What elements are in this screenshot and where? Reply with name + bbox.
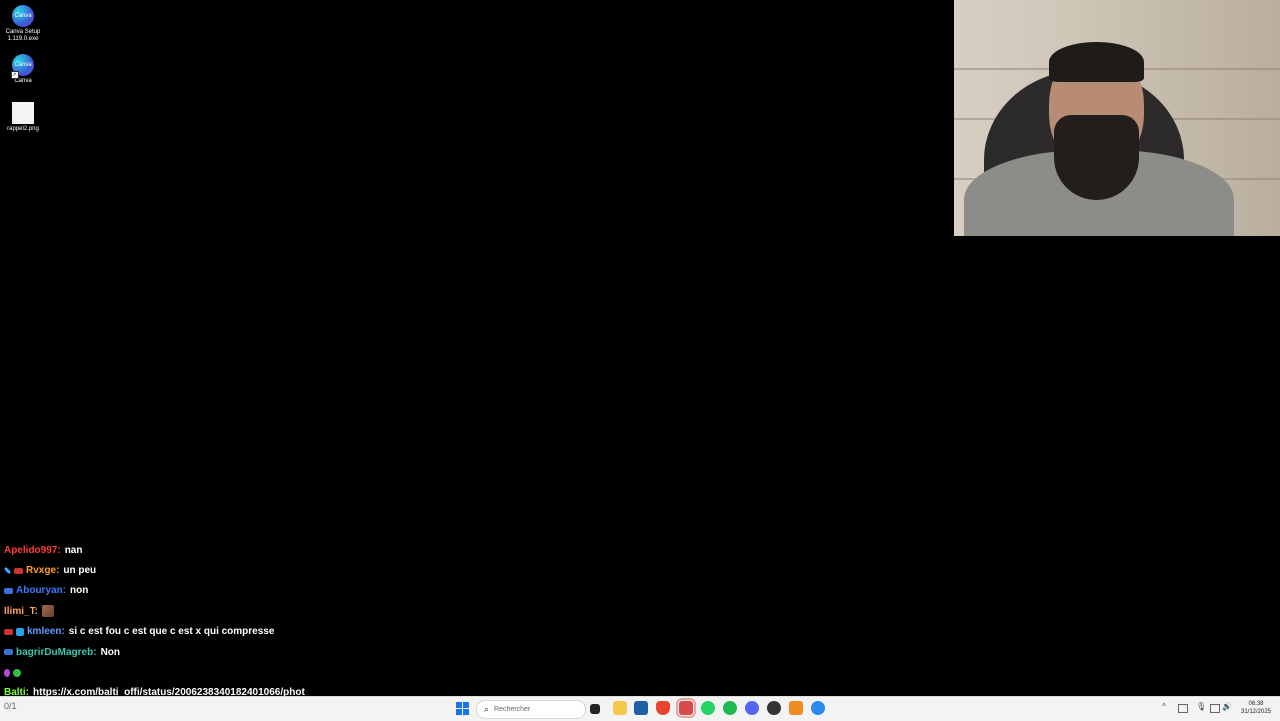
chat-username: Ilimi_T: [4,605,38,617]
mic-badge-icon [4,668,10,677]
taskbar-search[interactable]: ⌕ Rechercher [476,700,586,719]
clock-date: 31/12/2025 [1240,709,1272,715]
task-view-icon[interactable] [590,704,600,714]
tray-app-icon[interactable] [1178,704,1188,713]
canva-icon: Canva [12,5,34,27]
search-placeholder: Rechercher [494,706,531,713]
image-file-icon [12,102,34,124]
person-hair [1049,42,1144,82]
chat-message [4,662,564,682]
desktop-icon-label: 1.119.0.exe [7,36,39,42]
chat-username: kmleen: [27,626,65,638]
chat-username: Apelido997: [4,544,61,556]
desktop-icon-label: Canva [14,78,32,84]
desktop-icon-canva[interactable]: Canva Canva [4,54,42,85]
spotify-icon[interactable] [723,701,737,715]
sub-badge-icon [14,567,23,574]
start-button[interactable] [456,702,469,715]
chat-text: un peu [63,565,97,577]
chat-message: bagrirDuMagreb: Non [4,642,564,662]
person-beard [1054,115,1139,200]
network-icon[interactable] [1210,704,1220,713]
sword-badge-icon [3,567,12,575]
whatsapp-icon[interactable] [701,701,715,715]
windows-taskbar: 0/1 ⌕ Rechercher ^ 🎙 🔊 06:38 31/12/2025 [0,696,1280,721]
discord-icon[interactable] [745,701,759,715]
desktop-icon-label: rappel2.png [7,126,39,132]
chat-username: Abouryan: [16,585,66,597]
sub-badge-icon [4,587,13,594]
desktop-icon-canva-setup[interactable]: Canva Canva Setup 1.119.0.exe [4,5,42,43]
chat-text: nan [64,544,83,556]
brave-icon[interactable] [656,701,670,715]
sub-badge-icon [4,649,13,656]
chat-message: Abouryan: non [4,581,564,601]
desktop-icon-rappel2[interactable]: rappel2.png [4,102,42,133]
chat-message: Rvxge: un peu [3,560,564,580]
paw-badge-icon [13,668,21,677]
system-clock[interactable]: 06:38 31/12/2025 [1236,700,1276,716]
file-explorer-icon[interactable] [613,701,627,715]
chat-message: Apelido997: nan [4,540,564,560]
edge-icon[interactable] [811,701,825,715]
chat-message: kmleen: si c est fou c est que c est x q… [4,622,564,642]
volume-icon[interactable]: 🔊 [1222,702,1232,711]
emote-icon [41,605,54,618]
sub-badge-icon [4,628,13,635]
chevron-up-icon[interactable]: ^ [1162,702,1166,711]
chat-username: Rvxge: [26,565,60,577]
active-app-icon[interactable] [676,698,696,718]
cube-badge-icon [16,627,24,636]
app-icon[interactable] [789,701,803,715]
store-icon[interactable] [634,701,648,715]
shortcut-arrow-icon: ↗ [11,71,19,79]
clock-time: 06:38 [1248,701,1264,707]
chat-text: Non [100,646,121,658]
chat-text: si c est fou c est que c est x qui compr… [68,626,275,638]
chat-text: non [70,585,89,597]
chat-username: bagrirDuMagreb: [16,646,97,658]
stream-chat: Apelido997: nan Rvxge: un peu Abouryan: … [3,540,564,703]
app-icon[interactable] [767,701,781,715]
webcam-feed [954,0,1280,236]
chat-message: Ilimi_T: [4,601,564,621]
counter-text: 0/1 [4,701,17,711]
search-icon: ⌕ [484,704,490,714]
microphone-icon[interactable]: 🎙 [1196,702,1206,711]
desktop-icon-label: Canva Setup [5,29,41,35]
